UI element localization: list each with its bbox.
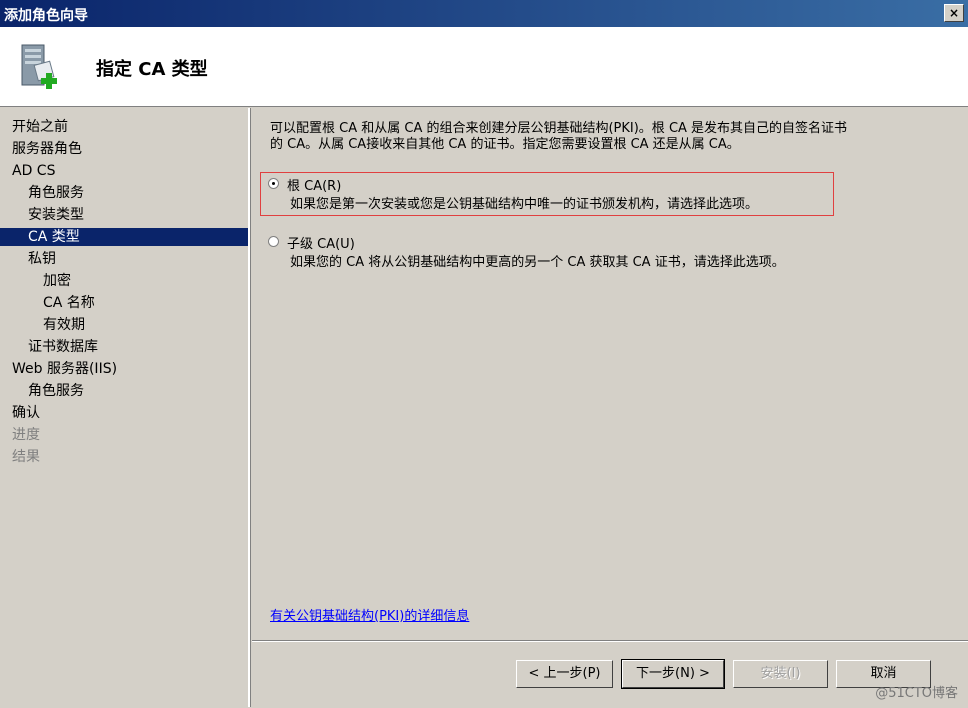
button-bar: < 上一步(P) 下一步(N) > 安装(I) 取消 — [252, 640, 968, 708]
subordinate-ca-label[interactable]: 子级 CA(U) — [287, 233, 355, 252]
page-title: 指定 CA 类型 — [96, 59, 208, 80]
description-line-1: 可以配置根 CA 和从属 CA 的组合来创建分层公钥基础结构(PKI)。根 CA… — [270, 121, 848, 136]
pki-info-link[interactable]: 有关公钥基础结构(PKI)的详细信息 — [270, 605, 469, 624]
step-ca-name[interactable]: CA 名称 — [0, 294, 248, 312]
wizard-step-list: 开始之前 服务器角色 AD CS 角色服务 安装类型 CA 类型 私钥 加密 C… — [0, 108, 250, 707]
step-setup-type[interactable]: 安装类型 — [0, 206, 248, 224]
step-confirmation[interactable]: 确认 — [0, 404, 248, 422]
subordinate-ca-radio[interactable] — [268, 236, 279, 247]
step-iis-role-services[interactable]: 角色服务 — [0, 382, 248, 400]
step-web-server-iis[interactable]: Web 服务器(IIS) — [0, 360, 248, 378]
description: 可以配置根 CA 和从属 CA 的组合来创建分层公钥基础结构(PKI)。根 CA… — [270, 121, 960, 153]
subordinate-ca-description: 如果您的 CA 将从公钥基础结构中更高的另一个 CA 获取其 CA 证书，请选择… — [290, 255, 785, 270]
step-progress: 进度 — [12, 427, 40, 443]
step-cryptography[interactable]: 加密 — [0, 272, 248, 290]
step-validity-period[interactable]: 有效期 — [0, 316, 248, 334]
step-role-services[interactable]: 角色服务 — [0, 184, 248, 202]
install-button: 安装(I) — [733, 660, 828, 688]
wizard-header: 指定 CA 类型 — [0, 27, 968, 107]
window-title: 添加角色向导 — [4, 8, 88, 24]
step-ad-cs[interactable]: AD CS — [0, 162, 248, 180]
step-results: 结果 — [12, 449, 40, 465]
close-button[interactable]: × — [944, 4, 964, 22]
step-server-roles[interactable]: 服务器角色 — [0, 140, 248, 158]
root-ca-label[interactable]: 根 CA(R) — [287, 175, 341, 194]
step-private-key[interactable]: 私钥 — [0, 250, 248, 268]
step-before-you-begin[interactable]: 开始之前 — [0, 118, 248, 136]
title-bar: 添加角色向导 × — [0, 0, 968, 27]
description-line-2: 的 CA。从属 CA接收来自其他 CA 的证书。指定您需要设置根 CA 还是从属… — [270, 137, 740, 152]
next-button[interactable]: 下一步(N) > — [621, 659, 725, 689]
watermark: @51CTO博客 — [875, 686, 958, 701]
step-ca-type[interactable]: CA 类型 — [0, 228, 248, 246]
root-ca-description: 如果您是第一次安装或您是公钥基础结构中唯一的证书颁发机构，请选择此选项。 — [290, 197, 759, 212]
main-content: 可以配置根 CA 和从属 CA 的组合来创建分层公钥基础结构(PKI)。根 CA… — [252, 108, 968, 632]
server-add-icon — [21, 44, 57, 89]
back-button[interactable]: < 上一步(P) — [516, 660, 613, 688]
root-ca-radio[interactable] — [268, 178, 279, 189]
step-certificate-database[interactable]: 证书数据库 — [0, 338, 248, 356]
